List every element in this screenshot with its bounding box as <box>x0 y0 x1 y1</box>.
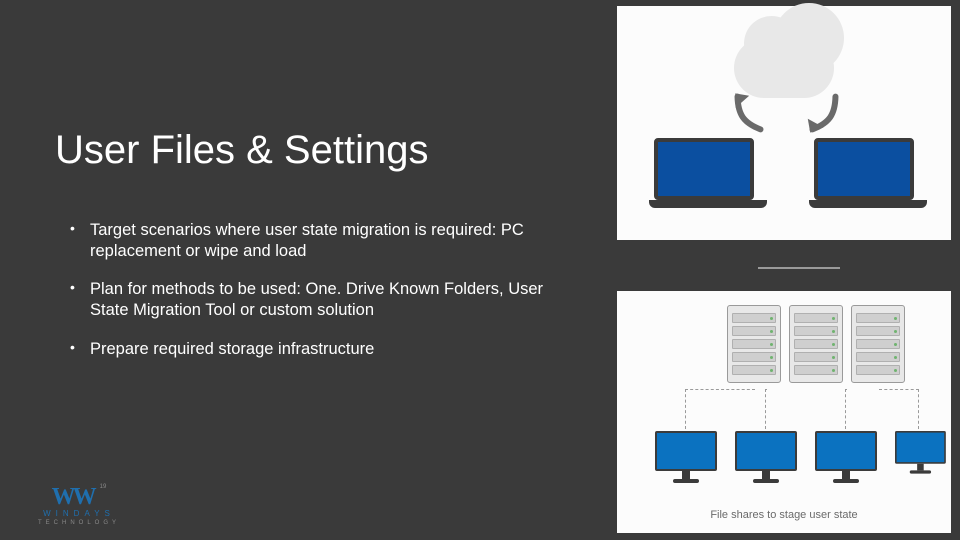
illustration-caption: File shares to stage user state <box>710 509 857 521</box>
slide-title: User Files & Settings <box>55 128 428 173</box>
laptop-icon <box>649 138 759 208</box>
bullet-item: Plan for methods to be used: One. Drive … <box>70 279 560 320</box>
illustration-storage-infra: File shares to stage user state <box>617 291 951 533</box>
logo-mark-icon: WW <box>52 484 94 511</box>
illustration-cloud-migration <box>617 6 951 240</box>
monitor-icon <box>655 431 717 483</box>
monitor-icon <box>815 431 877 483</box>
brand-logo: WW 19 WINDAYS TECHNOLOGY <box>38 484 120 526</box>
laptop-icon <box>809 138 919 208</box>
bullet-item: Prepare required storage infrastructure <box>70 339 560 360</box>
slide: User Files & Settings Target scenarios w… <box>0 0 960 540</box>
server-rack-icon <box>789 305 843 383</box>
logo-tm: 19 <box>100 484 107 490</box>
monitor-icon <box>895 431 946 474</box>
logo-sub-text: TECHNOLOGY <box>38 520 120 526</box>
monitor-icon <box>735 431 797 483</box>
server-rack-icon <box>727 305 781 383</box>
panel-divider <box>758 267 840 269</box>
logo-brand-text: WINDAYS <box>43 509 115 518</box>
bullet-item: Target scenarios where user state migrat… <box>70 220 560 261</box>
server-rack-icon <box>851 305 905 383</box>
bullet-list: Target scenarios where user state migrat… <box>70 220 560 377</box>
